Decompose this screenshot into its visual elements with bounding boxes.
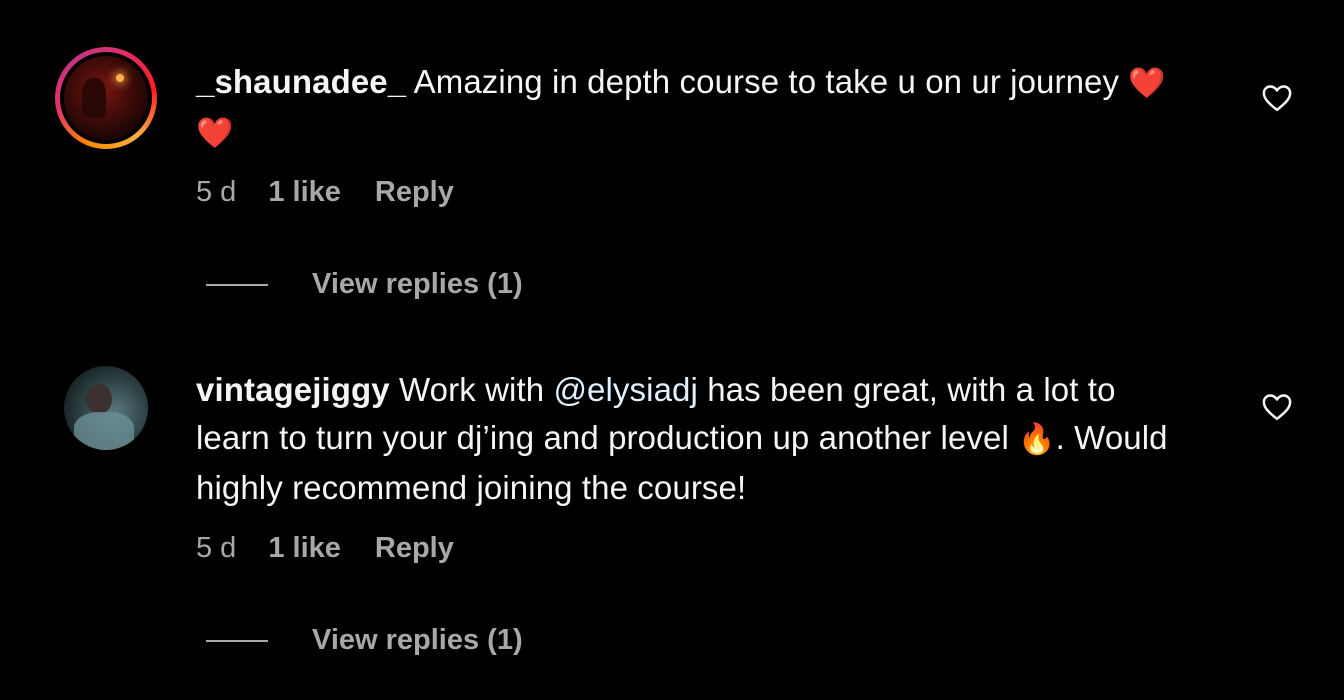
comment-body: Amazing in depth course to take u on ur …	[413, 63, 1129, 100]
like-heart-icon[interactable]	[1262, 393, 1292, 421]
comment-username[interactable]: _shaunadee_	[196, 63, 406, 100]
view-replies-label: View replies (1)	[312, 624, 523, 656]
reply-button[interactable]: Reply	[375, 176, 454, 209]
fire-emoji: 🔥	[1018, 422, 1056, 457]
avatar[interactable]	[55, 47, 157, 149]
avatar[interactable]	[64, 366, 148, 450]
comment-meta: 5 d 1 like Reply	[196, 532, 454, 565]
view-replies-button[interactable]: View replies (1)	[206, 624, 523, 657]
comment-username[interactable]: vintagejiggy	[196, 371, 390, 408]
view-replies-label: View replies (1)	[312, 268, 523, 300]
comment-meta: 5 d 1 like Reply	[196, 176, 454, 209]
comment-timestamp: 5 d	[196, 176, 237, 208]
comment-timestamp: 5 d	[196, 532, 237, 564]
avatar-photo	[64, 56, 148, 140]
mention-link[interactable]: @elysiadj	[553, 371, 697, 408]
comment-like-count[interactable]: 1 like	[268, 176, 341, 209]
comment-like-count[interactable]: 1 like	[268, 532, 341, 565]
comment-item: _shaunadee_ Amazing in depth course to t…	[0, 0, 1344, 330]
view-replies-button[interactable]: View replies (1)	[206, 268, 523, 301]
replies-divider-line	[206, 283, 268, 286]
reply-button[interactable]: Reply	[375, 532, 454, 565]
replies-divider-line	[206, 639, 268, 642]
comment-text: vintagejiggy Work with @elysiadj has bee…	[196, 366, 1196, 512]
like-heart-icon[interactable]	[1262, 84, 1292, 112]
comment-text: _shaunadee_ Amazing in depth course to t…	[196, 58, 1196, 158]
comment-body-part: Work with	[399, 371, 554, 408]
